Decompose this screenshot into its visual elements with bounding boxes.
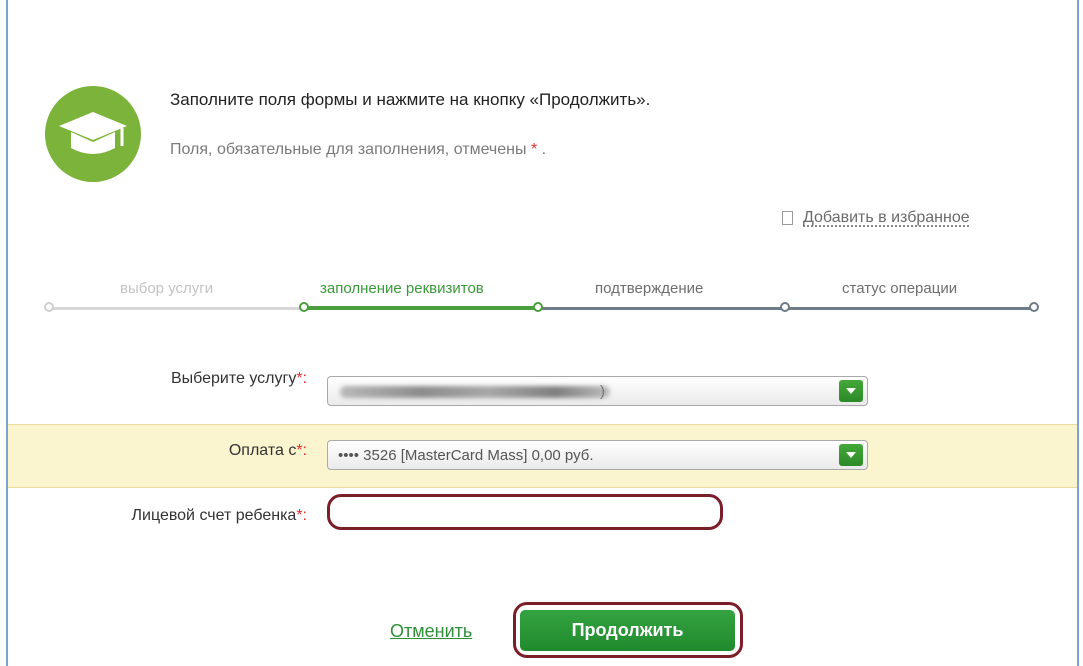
blurred-service-value — [340, 386, 610, 398]
payment-card-select[interactable]: •••• 3526 [MasterCard Mass] 0,00 руб. — [327, 440, 868, 470]
progress-node — [533, 302, 543, 312]
add-to-favorites-link[interactable]: Добавить в избранное — [782, 209, 970, 227]
payment-label-text: Оплата с — [228, 442, 297, 459]
payment-label: Оплата с*: — [150, 442, 307, 460]
progress-node — [1029, 302, 1039, 312]
progress-segment-done — [50, 307, 305, 310]
step-fill-details: заполнение реквизитов — [320, 280, 484, 297]
service-value-tail: ) — [600, 383, 605, 400]
progress-node — [780, 302, 790, 312]
page-title: Заполните поля формы и нажмите на кнопку… — [170, 90, 651, 109]
progress-bar — [40, 300, 1050, 316]
required-star: *: — [296, 442, 307, 459]
service-label-text: Выберите услугу — [170, 370, 297, 387]
required-star: * — [530, 141, 538, 158]
required-note-suffix: . — [541, 141, 547, 158]
child-account-input[interactable] — [327, 494, 723, 530]
required-fields-note: Поля, обязательные для заполнения, отмеч… — [170, 141, 546, 159]
frame-border-left — [6, 0, 8, 666]
required-star: *: — [296, 370, 307, 387]
progress-node — [299, 302, 309, 312]
progress-segment-current — [305, 306, 538, 310]
chevron-down-icon[interactable] — [839, 380, 863, 402]
required-star: *: — [296, 507, 307, 524]
progress-node — [44, 302, 54, 312]
step-select-service: выбор услуги — [120, 280, 214, 297]
service-label: Выберите услугу*: — [130, 370, 307, 388]
step-confirmation: подтверждение — [595, 280, 704, 297]
bookmark-icon — [782, 211, 793, 225]
favorites-label[interactable]: Добавить в избранное — [803, 209, 970, 227]
chevron-down-icon[interactable] — [839, 444, 863, 466]
required-note-text: Поля, обязательные для заполнения, отмеч… — [170, 141, 527, 158]
service-select[interactable]: ) — [327, 376, 868, 406]
frame-border-right — [1077, 0, 1079, 666]
payment-card-value: •••• 3526 [MasterCard Mass] 0,00 руб. — [338, 447, 594, 464]
education-logo — [45, 86, 141, 182]
graduation-cap-icon — [59, 112, 127, 154]
continue-button[interactable]: Продолжить — [520, 610, 735, 651]
account-label: Лицевой счет ребенка*: — [40, 507, 307, 525]
progress-steps: выбор услуги заполнение реквизитов подтв… — [0, 280, 1083, 302]
account-label-text: Лицевой счет ребенка — [131, 507, 297, 524]
step-operation-status: статус операции — [842, 280, 958, 297]
cancel-link[interactable]: Отменить — [390, 621, 472, 642]
